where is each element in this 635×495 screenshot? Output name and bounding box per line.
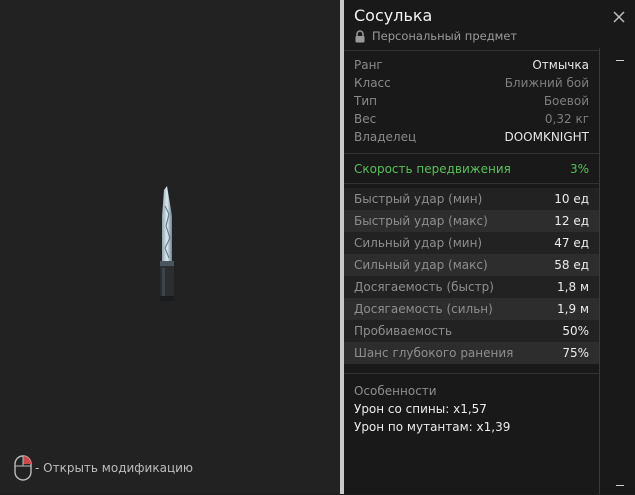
- stat-label: Сильный удар (мин): [354, 236, 483, 250]
- stat-label: Пробиваемость: [354, 324, 453, 338]
- scrollbar[interactable]: [599, 48, 635, 494]
- info-label: Ранг: [354, 58, 383, 72]
- feature-item: Урон по мутантам: x1,39: [354, 420, 511, 434]
- info-value: Боевой: [543, 94, 589, 108]
- stat-value: 50%: [562, 324, 589, 338]
- stat-value: 12 ед: [554, 214, 589, 228]
- stat-label: Досягаемость (быстр): [354, 280, 494, 294]
- scroll-down-marker[interactable]: [616, 485, 624, 486]
- speed-value: 3%: [569, 161, 589, 176]
- stat-row: Сильный удар (макс) 58 ед: [344, 254, 599, 276]
- panel-header: Сосулька Персональный предмет: [344, 0, 635, 48]
- combat-stats: Быстрый удар (мин) 10 ед Быстрый удар (м…: [344, 184, 599, 373]
- item-subtitle: Персональный предмет: [354, 29, 517, 43]
- stat-label: Быстрый удар (мин): [354, 192, 483, 206]
- stat-row: Досягаемость (сильн) 1,9 м: [344, 298, 599, 320]
- info-row-rank: Ранг Отмычка: [344, 56, 599, 74]
- knife-item-image: [160, 186, 174, 301]
- stat-label: Сильный удар (макс): [354, 258, 488, 272]
- info-value: Отмычка: [532, 58, 589, 72]
- stat-row: Досягаемость (быстр) 1,8 м: [344, 276, 599, 298]
- open-modification-hint: - Открыть модификацию: [14, 455, 193, 481]
- movement-speed-row: Скорость передвижения 3%: [344, 154, 599, 183]
- info-label: Класс: [354, 76, 391, 90]
- stat-row: Пробиваемость 50%: [344, 320, 599, 342]
- stat-value: 47 ед: [554, 236, 589, 250]
- lock-icon: [355, 29, 365, 42]
- info-row-owner: Владелец DOOMKNIGHT: [344, 128, 599, 146]
- info-row-class: Класс Ближний бой: [344, 74, 599, 92]
- info-row-type: Тип Боевой: [344, 92, 599, 110]
- stat-value: 75%: [562, 346, 589, 360]
- personal-item-label: Персональный предмет: [372, 29, 518, 43]
- item-viewer[interactable]: - Открыть модификацию: [0, 0, 340, 494]
- close-icon[interactable]: [613, 11, 625, 23]
- item-info-panel: Сосулька Персональный предмет Ранг Отмыч…: [344, 0, 635, 494]
- info-value: 0,32 кг: [544, 112, 589, 126]
- info-label: Вес: [354, 112, 377, 126]
- speed-label: Скорость передвижения: [354, 161, 511, 176]
- stat-label: Шанс глубокого ранения: [354, 346, 514, 360]
- stat-value: 10 ед: [554, 192, 589, 206]
- mouse-right-click-icon: [14, 455, 32, 481]
- stat-label: Досягаемость (сильн): [354, 302, 493, 316]
- feature-item: Урон со спины: x1,57: [354, 402, 487, 416]
- stat-value: 1,9 м: [557, 302, 589, 316]
- scroll-up-marker[interactable]: [616, 60, 624, 61]
- item-title: Сосулька: [354, 6, 433, 25]
- stat-row: Быстрый удар (макс) 12 ед: [344, 210, 599, 232]
- info-block: Ранг Отмычка Класс Ближний бой Тип Боево…: [344, 51, 599, 153]
- stat-value: 58 ед: [554, 258, 589, 272]
- info-label: Владелец: [354, 130, 417, 144]
- stats-body: Ранг Отмычка Класс Ближний бой Тип Боево…: [344, 50, 599, 495]
- info-row-weight: Вес 0,32 кг: [344, 110, 599, 128]
- info-label: Тип: [354, 94, 377, 108]
- stat-row: Сильный удар (мин) 47 ед: [344, 232, 599, 254]
- hint-label: - Открыть модификацию: [35, 461, 194, 475]
- stat-value: 1,8 м: [557, 280, 589, 294]
- features-block: Особенности Урон со спины: x1,57 Урон по…: [344, 374, 599, 444]
- stat-label: Быстрый удар (макс): [354, 214, 488, 228]
- stat-row: Быстрый удар (мин) 10 ед: [344, 188, 599, 210]
- features-heading: Особенности: [354, 384, 437, 398]
- info-value: DOOMKNIGHT: [504, 130, 589, 144]
- stat-row: Шанс глубокого ранения 75%: [344, 342, 599, 364]
- info-value: Ближний бой: [504, 76, 589, 90]
